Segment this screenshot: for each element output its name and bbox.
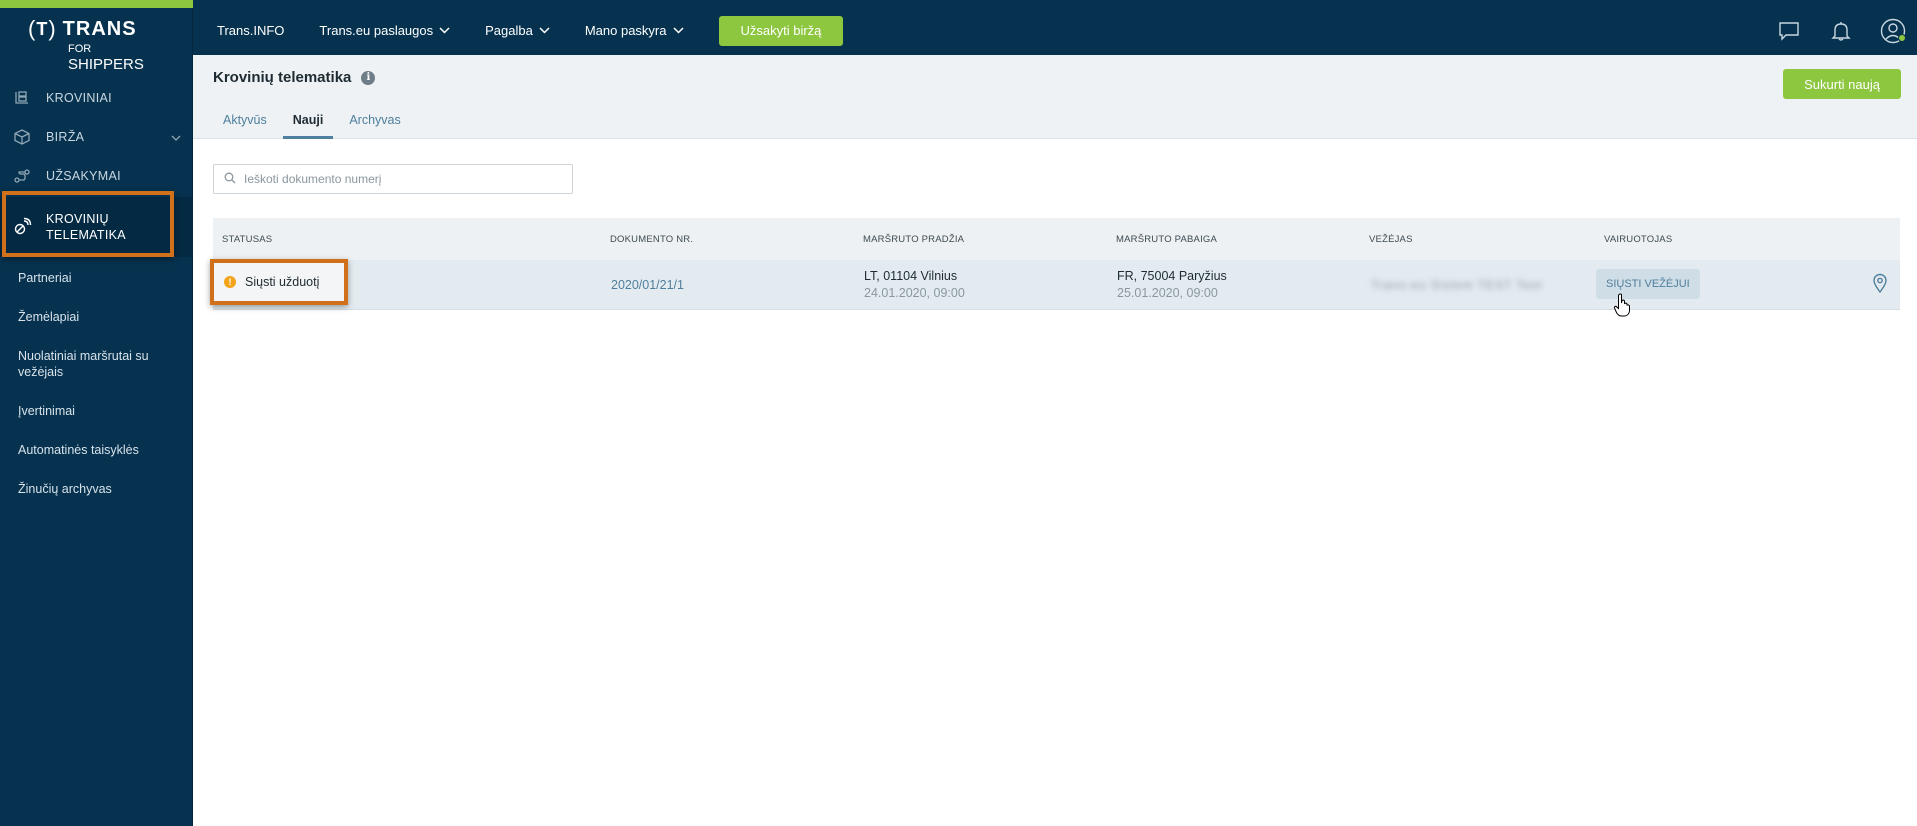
- subnav-item-automatines-taisykles[interactable]: Automatinės taisyklės: [0, 442, 193, 458]
- route-end-cell: FR, 75004 Paryžius 25.01.2020, 09:00: [1117, 268, 1227, 302]
- online-status-dot: [1898, 33, 1906, 42]
- route-end-place: FR, 75004 Paryžius: [1117, 269, 1227, 283]
- route-start-place: LT, 01104 Vilnius: [864, 269, 958, 283]
- subnav-item-nuolatiniai-marsrutai[interactable]: Nuolatiniai maršrutai su vežėjais: [0, 348, 193, 380]
- search-input[interactable]: [244, 172, 564, 186]
- column-header-vezejas[interactable]: VEŽĖJAS: [1369, 234, 1413, 245]
- topnav-trans-eu-paslaugos[interactable]: Trans.eu paslaugos: [319, 23, 450, 38]
- topnav-mano-paskyra[interactable]: Mano paskyra: [585, 23, 684, 38]
- topnav-trans-info[interactable]: Trans.INFO: [217, 23, 284, 38]
- subnav-item-zemelapiai[interactable]: Žemėlapiai: [0, 309, 193, 325]
- page-title: Krovinių telematika i: [213, 69, 376, 86]
- top-bar: Trans.INFO Trans.eu paslaugos Pagalba Ma…: [193, 0, 1917, 55]
- column-header-marsruto-pradzia[interactable]: MARŠRUTO PRADŽIA: [863, 234, 964, 245]
- subnav-item-ivertinimai[interactable]: Įvertinimai: [0, 403, 193, 419]
- sidebar-item-label-line1: KROVINIŲ: [46, 212, 109, 226]
- sidebar-top-accent: [0, 0, 193, 8]
- sidebar-item-birza[interactable]: BIRŽA: [0, 117, 193, 156]
- chat-icon[interactable]: [1775, 17, 1803, 45]
- warning-icon: !: [224, 276, 236, 288]
- sidebar-item-label: KROVINIAI: [46, 90, 112, 105]
- uzsakyti-birza-button[interactable]: Užsakyti biržą: [718, 15, 844, 46]
- tab-archyvas[interactable]: Archyvas: [339, 107, 410, 139]
- carrier-name-blurred: Trans-eu Sistem TEST Test: [1371, 278, 1543, 292]
- telematics-table: STATUSAS DOKUMENTO NR. MARŠRUTO PRADŽIA …: [210, 218, 1900, 310]
- column-header-dokumento-nr[interactable]: DOKUMENTO NR.: [610, 234, 693, 245]
- sidebar-subnav: Partneriai Žemėlapiai Nuolatiniai maršru…: [0, 270, 193, 497]
- column-header-marsruto-pabaiga[interactable]: MARŠRUTO PABAIGA: [1116, 234, 1217, 245]
- route-icon: [12, 166, 32, 186]
- tab-nauji[interactable]: Nauji: [282, 107, 334, 139]
- sidebar-item-label: BIRŽA: [46, 129, 85, 144]
- sidebar-item-kroviniai[interactable]: KROVINIAI: [0, 78, 193, 117]
- chevron-down-icon[interactable]: [171, 130, 181, 144]
- subnav-item-zinuciu-archyvas[interactable]: Žinučių archyvas: [0, 481, 193, 497]
- bell-icon[interactable]: [1827, 17, 1855, 45]
- route-start-cell: LT, 01104 Vilnius 24.01.2020, 09:00: [864, 268, 965, 302]
- top-icons: [1751, 3, 1907, 58]
- search-icon: [224, 172, 236, 187]
- route-end-date: 25.01.2020, 09:00: [1117, 286, 1218, 300]
- sidebar-nav: KROVINIAI BIRŽA UŽSAKYMAI KROVINIŲ TELEM…: [0, 78, 193, 257]
- page-header: Krovinių telematika i Sukurti naują Akty…: [193, 55, 1917, 139]
- sidebar: (T) TRANS FOR SHIPPERS KROVINIAI BIRŽA U…: [0, 0, 193, 826]
- sidebar-item-kroviniu-telematika[interactable]: KROVINIŲ TELEMATIKA: [0, 197, 193, 257]
- table-header: STATUSAS DOKUMENTO NR. MARŠRUTO PRADŽIA …: [213, 218, 1900, 260]
- send-to-carrier-button[interactable]: SIŲSTI VEŽĖJUI: [1596, 269, 1700, 299]
- logo-sub: SHIPPERS: [68, 56, 144, 73]
- top-nav: Trans.INFO Trans.eu paslaugos Pagalba Ma…: [217, 3, 844, 58]
- map-pin-icon[interactable]: [1872, 273, 1888, 296]
- status-cell[interactable]: ! Siųsti užduotį: [210, 259, 348, 305]
- chevron-down-icon: [672, 27, 684, 34]
- column-header-vairuotojas[interactable]: VAIRUOTOJAS: [1604, 234, 1672, 245]
- chevron-down-icon: [439, 27, 450, 34]
- chevron-down-icon: [539, 27, 550, 34]
- document-number-link[interactable]: 2020/01/21/1: [611, 278, 684, 292]
- tab-aktyvus[interactable]: Aktyvūs: [213, 107, 277, 139]
- trans-for-shippers-logo[interactable]: (T) TRANS FOR SHIPPERS: [28, 16, 173, 73]
- topnav-pagalba[interactable]: Pagalba: [485, 23, 550, 38]
- logo-for: FOR: [68, 43, 92, 55]
- sukurti-nauja-button[interactable]: Sukurti naują: [1783, 69, 1901, 99]
- column-header-statusas[interactable]: STATUSAS: [222, 234, 272, 245]
- status-text: Siųsti užduotį: [245, 275, 320, 289]
- info-icon[interactable]: i: [361, 70, 376, 85]
- table-row[interactable]: ! Siųsti užduotį 2020/01/21/1 LT, 01104 …: [210, 259, 1900, 310]
- cargo-icon: [12, 88, 32, 108]
- tabs: Aktyvūs Nauji Archyvas: [213, 107, 417, 139]
- subnav-item-partneriai[interactable]: Partneriai: [0, 270, 193, 286]
- sidebar-item-uzsakymai[interactable]: UŽSAKYMAI: [0, 156, 193, 195]
- route-start-date: 24.01.2020, 09:00: [864, 286, 965, 300]
- user-icon[interactable]: [1879, 17, 1907, 45]
- logo-mark: (T): [28, 16, 57, 41]
- satellite-icon: [12, 217, 32, 237]
- box-icon: [12, 127, 32, 147]
- sidebar-item-label-line2: TELEMATIKA: [46, 228, 126, 242]
- sidebar-item-label: UŽSAKYMAI: [46, 168, 121, 183]
- search-box: [213, 164, 573, 194]
- logo-brand: TRANS: [62, 17, 137, 40]
